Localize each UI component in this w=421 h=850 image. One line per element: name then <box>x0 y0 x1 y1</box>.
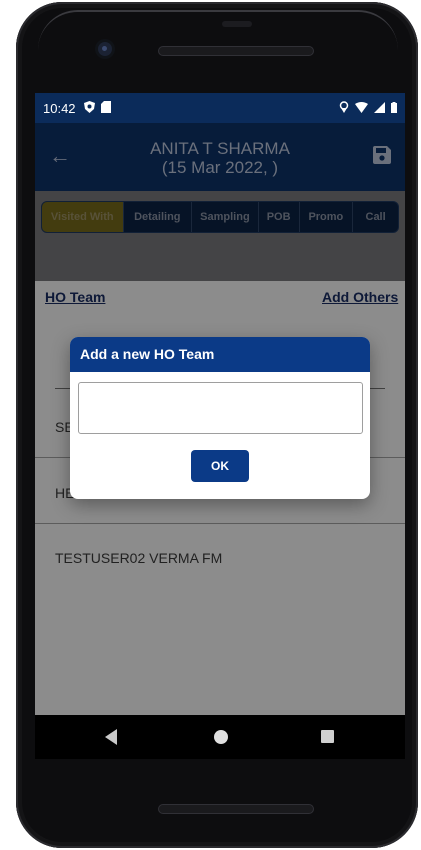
ok-button[interactable]: OK <box>191 450 249 482</box>
add-ho-team-dialog: Add a new HO Team OK <box>70 337 370 499</box>
sd-card-icon <box>100 100 111 116</box>
appbar-scrim <box>35 123 405 191</box>
earpiece-speaker <box>158 46 314 56</box>
camera-icon <box>98 42 112 56</box>
battery-icon <box>391 101 397 116</box>
dialog-title: Add a new HO Team <box>70 337 370 372</box>
status-bar: 10:42 <box>35 93 405 123</box>
location-icon <box>339 100 349 116</box>
shield-icon <box>83 100 95 116</box>
android-nav-bar <box>35 715 405 759</box>
status-time: 10:42 <box>43 100 76 116</box>
bottom-speaker <box>158 804 314 814</box>
divider <box>35 523 405 524</box>
nav-recents-icon[interactable] <box>321 730 334 743</box>
wifi-icon <box>355 101 368 116</box>
signal-icon <box>374 101 385 116</box>
nav-home-icon[interactable] <box>214 730 228 744</box>
sensor <box>222 21 252 27</box>
ho-team-name-input[interactable] <box>78 382 363 434</box>
app-screen: 10:42 ← ANITA T SHARMA (15 Mar 2022,) V… <box>35 93 405 715</box>
nav-back-icon[interactable] <box>105 729 117 745</box>
